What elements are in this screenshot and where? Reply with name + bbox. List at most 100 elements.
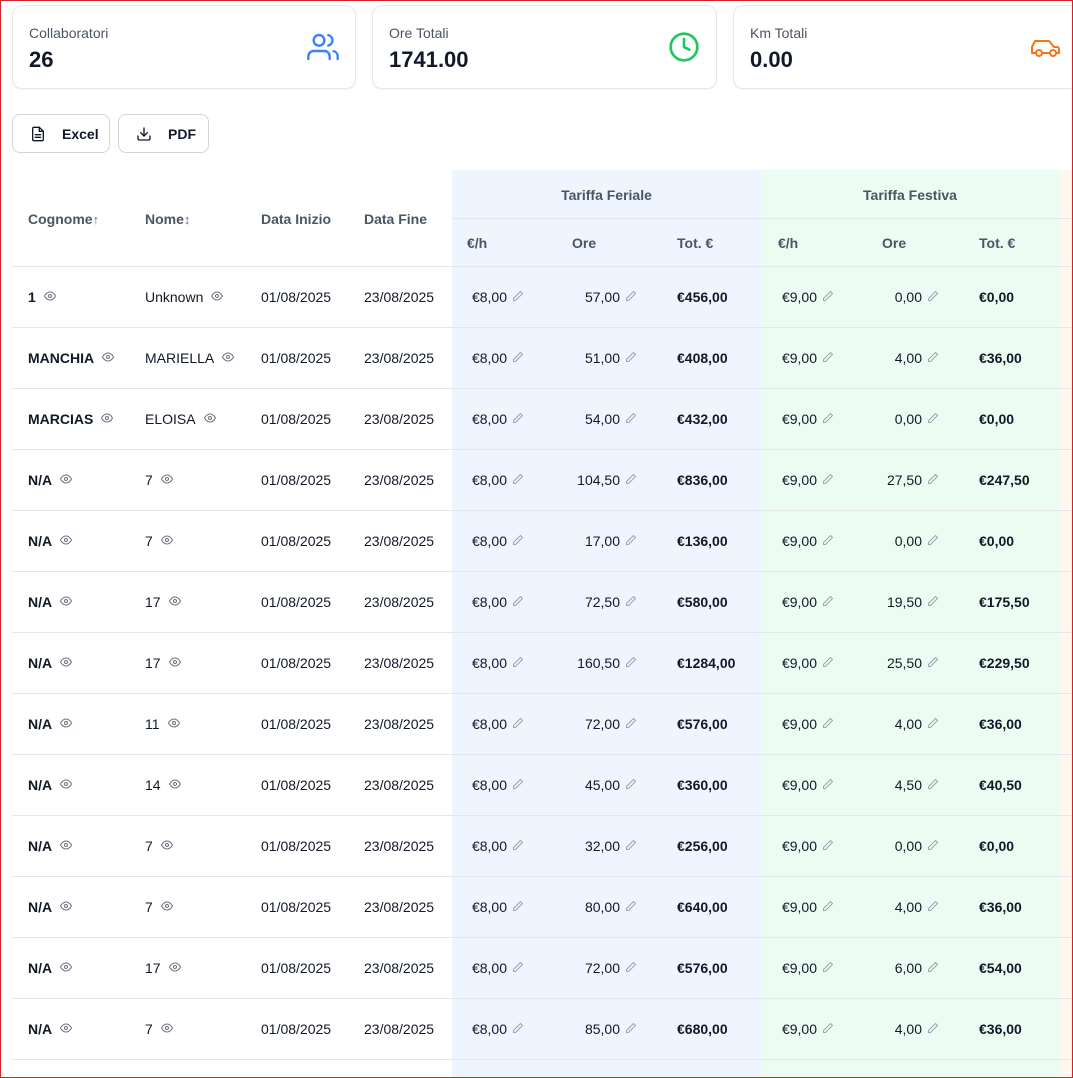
cell-feriale-ore[interactable]: 45,00: [552, 777, 637, 793]
edit-icon[interactable]: [625, 716, 637, 732]
edit-icon[interactable]: [822, 838, 834, 854]
edit-icon[interactable]: [512, 533, 524, 549]
edit-icon[interactable]: [822, 1021, 834, 1037]
header-cognome[interactable]: Cognome↑: [28, 211, 99, 227]
edit-icon[interactable]: [512, 411, 524, 427]
edit-icon[interactable]: [822, 533, 834, 549]
edit-icon[interactable]: [512, 960, 524, 976]
edit-icon[interactable]: [625, 289, 637, 305]
cell-feriale-rate[interactable]: €8,00: [452, 411, 524, 427]
edit-icon[interactable]: [927, 350, 939, 366]
view-icon[interactable]: [168, 960, 181, 976]
cell-festiva-ore[interactable]: 19,50: [852, 594, 939, 610]
cell-festiva-ore[interactable]: 4,00: [852, 899, 939, 915]
cell-feriale-rate[interactable]: €8,00: [452, 716, 524, 732]
cell-feriale-rate[interactable]: €8,00: [452, 350, 524, 366]
cell-feriale-ore[interactable]: 32,00: [552, 838, 637, 854]
edit-icon[interactable]: [512, 350, 524, 366]
cell-feriale-ore[interactable]: 54,00: [552, 411, 637, 427]
cell-feriale-ore[interactable]: 57,00: [552, 289, 637, 305]
cell-feriale-rate[interactable]: €8,00: [452, 777, 524, 793]
edit-icon[interactable]: [625, 960, 637, 976]
cell-feriale-rate[interactable]: €8,00: [452, 533, 524, 549]
edit-icon[interactable]: [625, 1021, 637, 1037]
view-icon[interactable]: [60, 899, 73, 915]
view-icon[interactable]: [222, 350, 235, 366]
view-icon[interactable]: [60, 960, 73, 976]
cell-festiva-rate[interactable]: €9,00: [762, 289, 834, 305]
cell-festiva-ore[interactable]: 27,50: [852, 472, 939, 488]
cell-festiva-ore[interactable]: 0,00: [852, 411, 939, 427]
view-icon[interactable]: [168, 594, 181, 610]
cell-feriale-rate[interactable]: €8,00: [452, 472, 524, 488]
header-nome[interactable]: Nome↕: [145, 211, 190, 227]
view-icon[interactable]: [168, 777, 181, 793]
view-icon[interactable]: [60, 777, 73, 793]
cell-feriale-rate[interactable]: €8,00: [452, 289, 524, 305]
view-icon[interactable]: [101, 411, 114, 427]
view-icon[interactable]: [160, 533, 173, 549]
edit-icon[interactable]: [927, 960, 939, 976]
cell-festiva-rate[interactable]: €9,00: [762, 533, 834, 549]
edit-icon[interactable]: [822, 472, 834, 488]
view-icon[interactable]: [60, 533, 73, 549]
cell-feriale-ore[interactable]: 72,00: [552, 960, 637, 976]
view-icon[interactable]: [60, 1021, 73, 1037]
cell-festiva-ore[interactable]: 25,50: [852, 655, 939, 671]
cell-feriale-ore[interactable]: 160,50: [552, 655, 637, 671]
cell-festiva-rate[interactable]: €9,00: [762, 838, 834, 854]
edit-icon[interactable]: [625, 838, 637, 854]
cell-festiva-rate[interactable]: €9,00: [762, 594, 834, 610]
cell-feriale-ore[interactable]: 85,00: [552, 1021, 637, 1037]
edit-icon[interactable]: [512, 838, 524, 854]
edit-icon[interactable]: [927, 411, 939, 427]
edit-icon[interactable]: [512, 655, 524, 671]
cell-feriale-ore[interactable]: 104,50: [552, 472, 637, 488]
edit-icon[interactable]: [512, 472, 524, 488]
edit-icon[interactable]: [512, 716, 524, 732]
cell-feriale-ore[interactable]: 51,00: [552, 350, 637, 366]
edit-icon[interactable]: [822, 655, 834, 671]
cell-feriale-rate[interactable]: €8,00: [452, 655, 524, 671]
edit-icon[interactable]: [927, 716, 939, 732]
cell-feriale-rate[interactable]: €8,00: [452, 1021, 524, 1037]
cell-festiva-rate[interactable]: €9,00: [762, 716, 834, 732]
edit-icon[interactable]: [625, 472, 637, 488]
cell-festiva-ore[interactable]: 4,00: [852, 1021, 939, 1037]
view-icon[interactable]: [60, 716, 73, 732]
view-icon[interactable]: [203, 411, 216, 427]
view-icon[interactable]: [60, 594, 73, 610]
cell-festiva-rate[interactable]: €9,00: [762, 1021, 834, 1037]
edit-icon[interactable]: [927, 1021, 939, 1037]
view-icon[interactable]: [43, 289, 56, 305]
export-pdf-button[interactable]: PDF: [118, 114, 209, 153]
view-icon[interactable]: [60, 655, 73, 671]
edit-icon[interactable]: [625, 411, 637, 427]
edit-icon[interactable]: [927, 655, 939, 671]
view-icon[interactable]: [160, 472, 173, 488]
cell-festiva-ore[interactable]: 4,50: [852, 777, 939, 793]
cell-feriale-rate[interactable]: €8,00: [452, 594, 524, 610]
cell-feriale-rate[interactable]: €8,00: [452, 838, 524, 854]
edit-icon[interactable]: [512, 289, 524, 305]
cell-festiva-ore[interactable]: 4,00: [852, 350, 939, 366]
edit-icon[interactable]: [822, 350, 834, 366]
view-icon[interactable]: [160, 899, 173, 915]
edit-icon[interactable]: [625, 533, 637, 549]
cell-feriale-ore[interactable]: 72,00: [552, 716, 637, 732]
cell-festiva-ore[interactable]: 4,00: [852, 716, 939, 732]
edit-icon[interactable]: [927, 594, 939, 610]
cell-festiva-ore[interactable]: 0,00: [852, 289, 939, 305]
view-icon[interactable]: [60, 472, 73, 488]
edit-icon[interactable]: [822, 777, 834, 793]
view-icon[interactable]: [160, 838, 173, 854]
view-icon[interactable]: [60, 838, 73, 854]
cell-festiva-ore[interactable]: 0,00: [852, 533, 939, 549]
edit-icon[interactable]: [927, 289, 939, 305]
edit-icon[interactable]: [927, 838, 939, 854]
edit-icon[interactable]: [512, 1021, 524, 1037]
edit-icon[interactable]: [927, 777, 939, 793]
cell-festiva-rate[interactable]: €9,00: [762, 350, 834, 366]
view-icon[interactable]: [102, 350, 115, 366]
view-icon[interactable]: [167, 716, 180, 732]
